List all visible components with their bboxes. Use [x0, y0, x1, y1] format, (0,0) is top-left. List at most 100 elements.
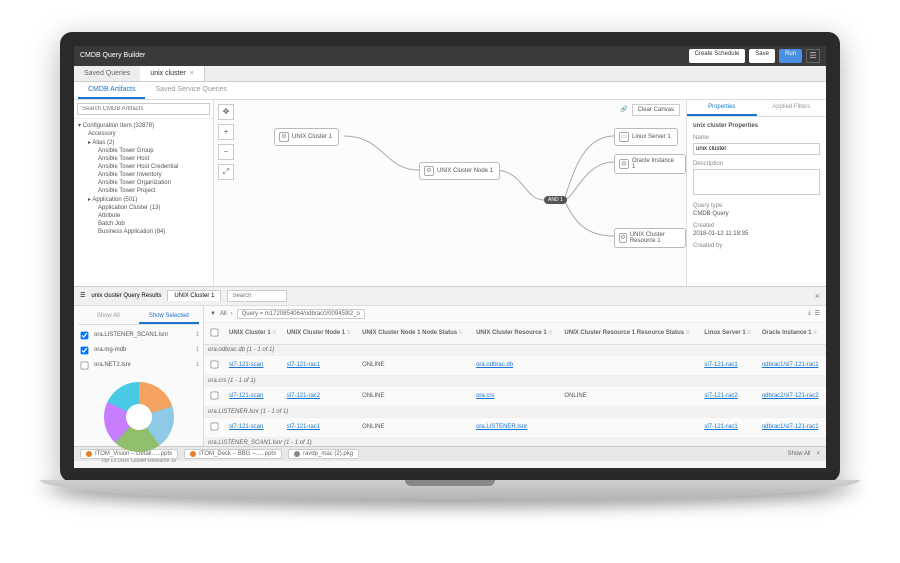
file-icon	[190, 451, 196, 457]
cell-link[interactable]: ora.crs	[476, 393, 494, 399]
row-checkbox[interactable]	[211, 422, 219, 430]
tab-unix-cluster[interactable]: unix cluster×	[140, 66, 205, 81]
node-unix-cluster-resource[interactable]: ⚙UNIX Cluster Resource 1	[614, 228, 686, 248]
search-input[interactable]	[77, 103, 210, 115]
save-button[interactable]: Save	[749, 49, 775, 63]
cell-link[interactable]: ora.LISTENER.lsnr	[476, 424, 527, 430]
cell-link[interactable]: odbrac1/sl7-121-rac1	[762, 424, 819, 430]
tree-item[interactable]: Ansible Tower Project	[78, 187, 209, 195]
col-header[interactable]: UNIX Cluster Node 1 Node Status	[358, 323, 472, 345]
show-all-downloads[interactable]: Show All	[787, 451, 810, 457]
download-file[interactable]: ITOM_Deck – BBG –…..pptx	[184, 449, 282, 459]
row-checkbox[interactable]	[211, 360, 219, 368]
results-tab[interactable]: UNIX Cluster 1	[167, 290, 221, 301]
tree-item[interactable]: Alias (2)	[78, 138, 209, 147]
node-linux-server[interactable]: ▭Linux Server 1	[614, 128, 678, 146]
tree-item[interactable]: Ansible Tower Host	[78, 155, 209, 163]
results-search-input[interactable]	[227, 290, 287, 302]
tree-item[interactable]: Attribute	[78, 212, 209, 220]
showall-tab[interactable]: Show All	[78, 310, 139, 324]
cell-link[interactable]: sl7-121-scan	[229, 362, 263, 368]
gear-icon: ⚙	[279, 132, 289, 142]
row-checkbox[interactable]	[211, 391, 219, 399]
cell-link[interactable]: sl7-121-scan	[229, 424, 263, 430]
select-all-checkbox[interactable]	[211, 328, 219, 336]
cell-link[interactable]: odbrac2/sl7-121-rac2	[762, 393, 819, 399]
download-bar: ITOM_Vision – Detail…..pptx ITOM_Deck – …	[74, 446, 826, 461]
col-header[interactable]: UNIX Cluster 1	[225, 323, 283, 345]
col-header[interactable]: Oracle Instance 1	[758, 323, 826, 345]
showselected-tab[interactable]: Show Selected	[139, 310, 200, 324]
group-row[interactable]: ora.odbrac.db (1 - 1 of 1)	[204, 344, 826, 355]
run-button[interactable]: Run	[779, 49, 802, 63]
tree-item[interactable]: Ansible Tower Host Credential	[78, 163, 209, 171]
tree-item[interactable]: Business Application (84)	[78, 228, 209, 236]
tree-item[interactable]: Application (501)	[78, 195, 209, 204]
tree-item[interactable]: Batch Job	[78, 220, 209, 228]
checkbox[interactable]	[81, 361, 89, 369]
group-row[interactable]: ora.LISTENER.lsnr (1 - 1 of 1)	[204, 406, 826, 417]
tree-item[interactable]: Ansible Tower Organization	[78, 179, 209, 187]
pan-tool-icon[interactable]: ✥	[218, 104, 234, 120]
create-schedule-button[interactable]: Create Schedule	[689, 49, 746, 63]
col-header[interactable]: UNIX Cluster Node 1	[283, 323, 358, 345]
cell-link[interactable]: sl7-121-rac1	[287, 424, 320, 430]
clear-canvas-button[interactable]: Clear Canvas	[632, 104, 680, 116]
table-row[interactable]: sl7-121-scansl7-121-rac1ONLINEora.LISTEN…	[204, 417, 826, 437]
download-file[interactable]: ravdp_mac (2).pkg	[288, 449, 359, 459]
node-and[interactable]: AND 1	[544, 196, 567, 204]
zoom-in-icon[interactable]: +	[218, 124, 234, 140]
cell-link[interactable]: sl7-121-rac2	[704, 393, 737, 399]
filter-all[interactable]: All	[220, 311, 227, 317]
name-field[interactable]	[693, 143, 820, 155]
table-row[interactable]: sl7-121-scansl7-121-rac2ONLINEora.crsONL…	[204, 386, 826, 406]
filter-icon[interactable]: ▼	[210, 311, 216, 317]
group-row[interactable]: ora.crs (1 - 1 of 1)	[204, 375, 826, 386]
subtab-artifacts[interactable]: CMDB Artifacts	[78, 82, 145, 99]
col-header[interactable]: Linux Server 1	[700, 323, 757, 345]
tree-item[interactable]: Ansible Tower Inventory	[78, 171, 209, 179]
tree-item[interactable]: Ansible Tower Group	[78, 147, 209, 155]
list-item[interactable]: ora.LISTENER_SCAN1.lsnr1	[78, 328, 199, 343]
col-header[interactable]: UNIX Cluster Resource 1 Resource Status	[560, 323, 700, 345]
cell-link[interactable]: odbrac1/sl7-121-rac1	[762, 362, 819, 368]
tree-item[interactable]: Accessory	[78, 130, 209, 138]
cell-link[interactable]: sl7-121-rac1	[704, 362, 737, 368]
node-unix-cluster[interactable]: ⚙UNIX Cluster 1	[274, 128, 339, 146]
settings-icon[interactable]: ☰	[806, 49, 820, 63]
close-icon[interactable]: ×	[816, 451, 820, 457]
pie-chart	[104, 382, 174, 452]
fit-icon[interactable]: ⤢	[218, 164, 234, 180]
tab-saved-queries[interactable]: Saved Queries	[74, 66, 140, 81]
description-field[interactable]	[693, 169, 820, 195]
tree-item[interactable]: Application Cluster (13)	[78, 204, 209, 212]
node-oracle-instance[interactable]: ◍Oracle Instance 1	[614, 154, 686, 174]
close-icon[interactable]: ×	[190, 70, 194, 77]
list-item[interactable]: ora.mg-mdb1	[78, 343, 199, 358]
cell-link[interactable]: sl7-121-rac1	[704, 424, 737, 430]
tab-applied-filters[interactable]: Applied Filters	[757, 100, 827, 116]
checkbox[interactable]	[81, 346, 89, 354]
col-header[interactable]: UNIX Cluster Resource 1	[472, 323, 560, 345]
cell-link[interactable]: sl7-121-rac1	[287, 362, 320, 368]
cell-link[interactable]: sl7-121-scan	[229, 393, 263, 399]
link-icon[interactable]: 🔗	[620, 106, 627, 113]
close-results-icon[interactable]: ×	[815, 291, 820, 301]
export-icon[interactable]: ⤓	[808, 310, 811, 317]
cell-link[interactable]: sl7-121-rac2	[287, 393, 320, 399]
checkbox[interactable]	[81, 331, 89, 339]
zoom-out-icon[interactable]: −	[218, 144, 234, 160]
subtab-service-queries[interactable]: Saved Service Queries	[145, 82, 237, 99]
tab-properties[interactable]: Properties	[687, 100, 757, 116]
table-row[interactable]: sl7-121-scansl7-121-rac1ONLINEora.odbrac…	[204, 355, 826, 375]
list-item[interactable]: ora.NET2.lsnr1	[78, 358, 199, 373]
group-row[interactable]: ora.LISTENER_SCAN1.lsnr (1 - 1 of 1)	[204, 437, 826, 446]
cell-link[interactable]: ora.odbrac.db	[476, 362, 513, 368]
node-unix-cluster-node[interactable]: ⚙UNIX Cluster Node 1	[419, 162, 500, 180]
query-canvas[interactable]: ✥ + − ⤢ 🔗 Clear Canvas	[214, 100, 686, 286]
file-icon	[294, 451, 300, 457]
filter-chip[interactable]: Query = m1720854064/odbrac0/009459t2_o	[237, 309, 365, 319]
hamburger-icon[interactable]: ☰	[80, 292, 85, 299]
columns-icon[interactable]: ☰	[815, 310, 820, 317]
tree-root[interactable]: Configuration Item (32878)	[78, 121, 209, 130]
